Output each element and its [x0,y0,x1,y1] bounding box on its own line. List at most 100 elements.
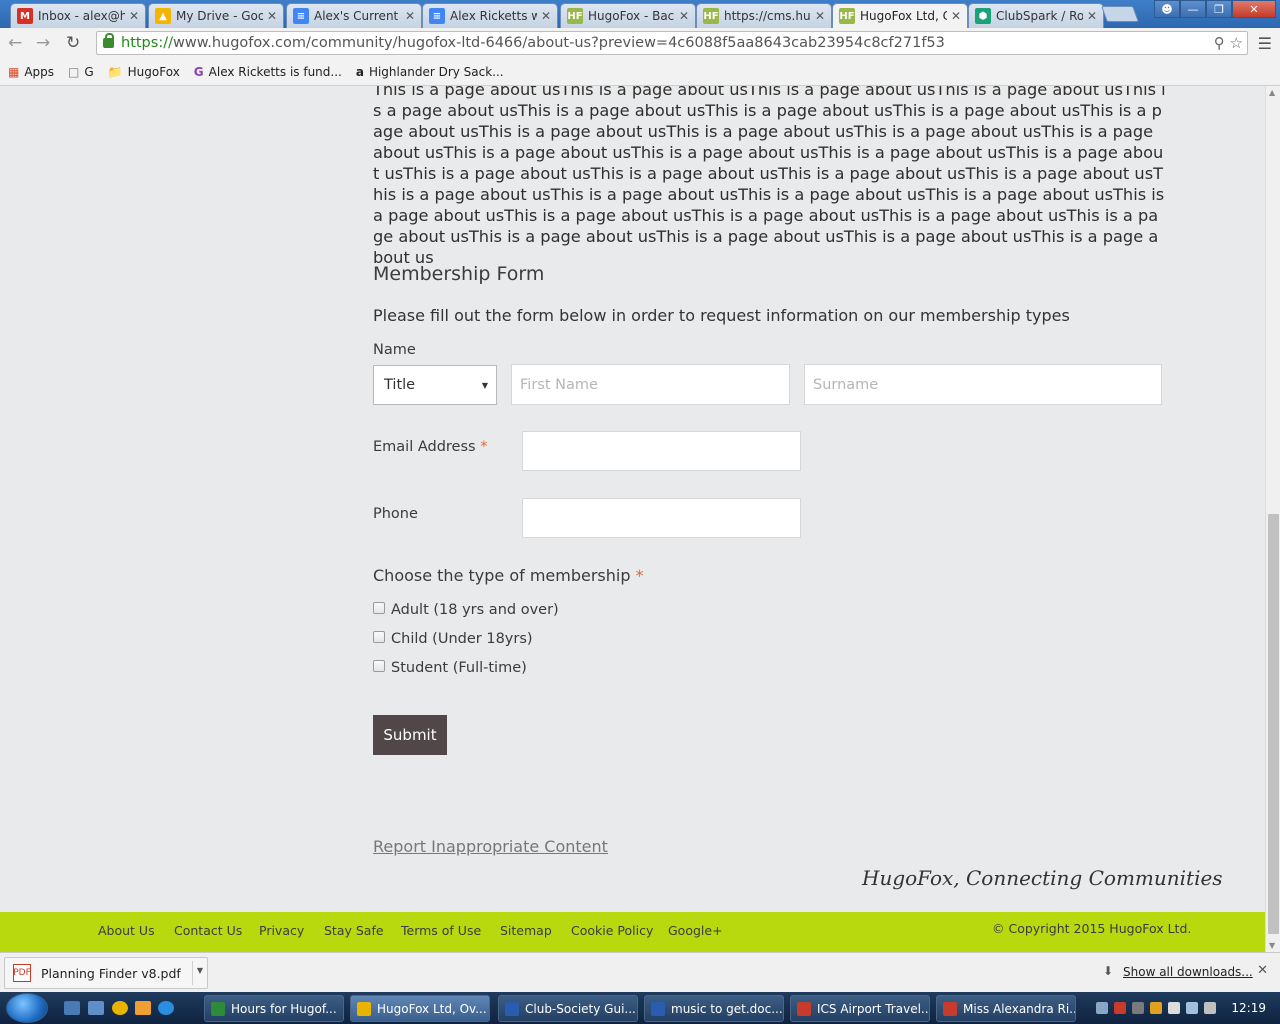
back-icon[interactable]: ← [8,33,22,53]
new-tab-button[interactable] [1101,6,1139,22]
email-field[interactable] [522,431,801,471]
browser-tab[interactable]: ▲ My Drive - Google Drive ✕ [148,3,284,28]
explorer-icon[interactable] [88,1001,104,1015]
taskbar-item[interactable]: Hours for Hugof... [204,995,344,1022]
scroll-down-icon[interactable]: ▼ [1269,941,1275,950]
bookmark-apps[interactable]: ▦ Apps [8,65,54,79]
phone-field[interactable] [522,498,801,538]
taskbar-item[interactable]: Miss Alexandra Ri... [936,995,1076,1022]
browser-tab[interactable]: ≡ Alex's Current Projects ✕ [286,3,422,28]
taskbar-item[interactable]: music to get.doc... [644,995,784,1022]
zoom-star-icons[interactable]: ⚲ ☆ [1214,34,1243,52]
show-desktop-icon[interactable] [64,1001,80,1015]
chevron-down-icon[interactable]: ▼ [197,966,203,975]
download-filename: Planning Finder v8.pdf [41,965,181,981]
checkbox[interactable] [373,631,385,643]
page-scrollbar[interactable]: ▲ ▼ [1265,86,1280,952]
browser-tab[interactable]: M Inbox - alex@hugofox.com ✕ [10,3,146,28]
show-all-downloads-link[interactable]: Show all downloads... [1123,965,1253,979]
amazon-icon: a [355,64,364,79]
footer-link-google-plus[interactable]: Google+ [668,923,723,938]
url-text: www.hugofox.com/community/hugofox-ltd-64… [172,35,945,51]
minimize-button[interactable]: — [1180,0,1206,18]
about-text: This is a page about usThis is a page ab… [373,86,1166,267]
media-player-icon[interactable] [135,1001,151,1015]
close-tab-icon[interactable]: ✕ [267,9,277,23]
start-button[interactable] [6,993,48,1023]
checkbox[interactable] [373,602,385,614]
footer-link-stay-safe[interactable]: Stay Safe [324,923,384,938]
tab-title: Inbox - alex@hugofox.com [38,9,125,23]
bookmark-label: HugoFox [127,64,180,79]
close-icon[interactable]: ✕ [1257,963,1268,978]
title-select[interactable]: Title ▼ [373,365,497,405]
submit-button[interactable]: Submit [373,715,447,755]
chrome-menu-icon[interactable]: ☰ [1258,34,1272,53]
tray-icon[interactable] [1132,1002,1144,1014]
footer-link-terms[interactable]: Terms of Use [401,923,481,938]
volume-icon[interactable] [1204,1002,1216,1014]
footer-link-about[interactable]: About Us [98,923,155,938]
close-tab-icon[interactable]: ✕ [405,9,415,23]
address-bar[interactable]: https:// www.hugofox.com/community/hugof… [96,31,1248,55]
close-tab-icon[interactable]: ✕ [815,9,825,23]
scrollbar-thumb[interactable] [1268,514,1279,934]
forward-icon[interactable]: → [36,33,50,53]
close-tab-icon[interactable]: ✕ [679,9,689,23]
close-tab-icon[interactable]: ✕ [1087,9,1097,23]
tray-icon[interactable] [1114,1002,1126,1014]
bookmark-g[interactable]: □ G [68,65,94,79]
footer-link-contact[interactable]: Contact Us [174,923,242,938]
tab-title: Alex's Current Projects [314,9,401,23]
browser-tab[interactable]: ≡ Alex Ricketts work ✕ [422,3,558,28]
apps-grid-icon: ▦ [8,64,20,79]
browser-tab[interactable]: ⬢ ClubSpark / Roper ✕ [968,3,1104,28]
download-shelf: PDF Planning Finder v8.pdf ▼ ⬇ Show all … [0,952,1280,992]
download-item[interactable]: PDF Planning Finder v8.pdf ▼ [4,957,208,989]
app-icon [943,1001,957,1016]
app-icon [357,1001,371,1016]
report-link[interactable]: Report Inappropriate Content [373,837,608,856]
taskbar-item[interactable]: Club-Society Gui... [498,995,638,1022]
scroll-up-icon[interactable]: ▲ [1269,88,1275,97]
footer-link-privacy[interactable]: Privacy [259,923,304,938]
bookmark-label: Alex Ricketts is fund... [208,64,342,79]
ie-icon[interactable] [158,1001,174,1015]
site-footer: About Us Contact Us Privacy Stay Safe Te… [0,912,1265,952]
tab-title: HugoFox - Backend [588,9,675,23]
email-label: Email Address * [373,439,487,455]
bookmark-highlander[interactable]: a Highlander Dry Sack... [356,65,504,79]
taskbar-item[interactable]: HugoFox Ltd, Ov... [350,995,490,1022]
close-tab-icon[interactable]: ✕ [129,9,139,23]
first-name-input[interactable]: First Name [511,364,790,405]
surname-input[interactable]: Surname [804,364,1162,405]
chrome-icon[interactable] [112,1001,128,1015]
close-tab-icon[interactable]: ✕ [951,9,961,23]
browser-tab[interactable]: HF https://cms.hugofox ✕ [696,3,832,28]
reload-icon[interactable]: ↻ [66,33,80,53]
required-mark: * [635,566,644,585]
url-protocol: https:// [121,35,173,51]
tab-strip: M Inbox - alex@hugofox.com ✕ ▲ My Drive - Go… [0,0,1280,28]
user-icon[interactable]: ☻ [1154,0,1180,18]
close-tab-icon[interactable]: ✕ [541,9,551,23]
browser-tab[interactable]: HF HugoFox - Backend ✕ [560,3,696,28]
restore-button[interactable]: ❐ [1206,0,1232,18]
membership-option-student[interactable]: Student (Full-time) [373,660,527,676]
tray-icon[interactable] [1150,1002,1162,1014]
close-window-button[interactable]: ✕ [1232,0,1276,18]
membership-option-child[interactable]: Child (Under 18yrs) [373,631,533,647]
tray-icon[interactable] [1096,1002,1108,1014]
bookmark-alex-ricketts[interactable]: G Alex Ricketts is fund... [194,65,342,79]
membership-option-adult[interactable]: Adult (18 yrs and over) [373,602,559,618]
footer-link-sitemap[interactable]: Sitemap [500,923,552,938]
flag-icon[interactable] [1168,1002,1180,1014]
checkbox[interactable] [373,660,385,672]
browser-tab[interactable]: HF HugoFox Ltd, Community ✕ [832,3,968,28]
bookmark-hugofox[interactable]: 📁 HugoFox [108,65,180,79]
footer-link-cookie[interactable]: Cookie Policy [571,923,653,938]
g-icon: G [193,64,204,79]
network-icon[interactable] [1186,1002,1198,1014]
taskbar-item-label: Club-Society Gui... [525,1001,636,1016]
taskbar-item[interactable]: ICS Airport Travel... [790,995,930,1022]
